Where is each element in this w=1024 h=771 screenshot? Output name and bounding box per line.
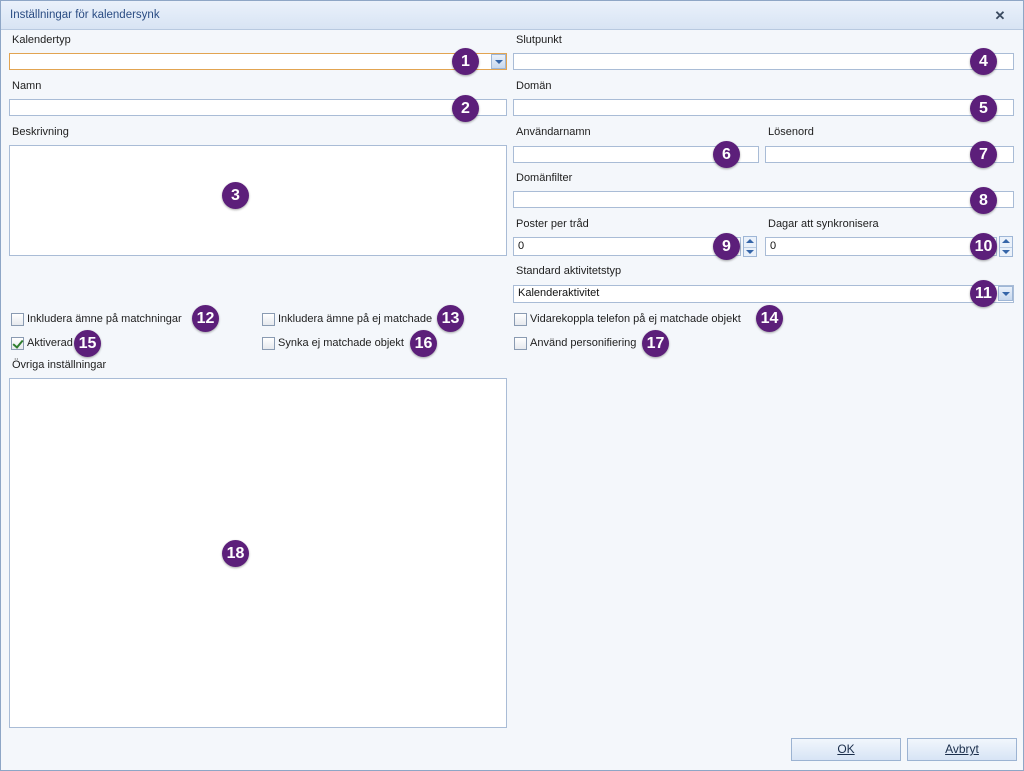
aktiverad-label[interactable]: Aktiverad	[27, 337, 73, 349]
anvandarnamn-label: Användarnamn	[516, 126, 591, 138]
close-icon[interactable]: ✕	[991, 7, 1009, 25]
stepper-down-icon[interactable]	[1000, 247, 1012, 257]
poster-per-trad-input[interactable]: 0	[513, 237, 741, 256]
callout-badge: 11	[970, 280, 997, 307]
callout-badge: 13	[437, 305, 464, 332]
losenord-label: Lösenord	[768, 126, 814, 138]
synka-ej-matchade-label[interactable]: Synka ej matchade objekt	[278, 337, 404, 349]
anvand-personifiering-label[interactable]: Använd personifiering	[530, 337, 636, 349]
kalendertyp-select[interactable]	[9, 53, 507, 70]
doman-input[interactable]	[513, 99, 1014, 116]
kalendertyp-label: Kalendertyp	[12, 34, 71, 46]
callout-badge: 12	[192, 305, 219, 332]
callout-badge: 16	[410, 330, 437, 357]
avbryt-button[interactable]: Avbryt	[907, 738, 1017, 761]
domanfilter-label: Domänfilter	[516, 172, 573, 184]
ovriga-installningar-textarea[interactable]	[9, 378, 507, 728]
anvand-personifiering-checkbox[interactable]	[514, 337, 527, 350]
namn-label: Namn	[12, 80, 42, 92]
slutpunkt-input[interactable]	[513, 53, 1014, 70]
vidarekoppla-telefon-label[interactable]: Vidarekoppla telefon på ej matchade obje…	[530, 313, 741, 325]
inkludera-amne-ej-matchade-label[interactable]: Inkludera ämne på ej matchade	[278, 313, 432, 325]
ovriga-installningar-label: Övriga inställningar	[12, 359, 107, 371]
callout-badge: 10	[970, 233, 997, 260]
dagar-att-synkronisera-label: Dagar att synkronisera	[768, 218, 879, 230]
ok-button[interactable]: OK	[791, 738, 901, 761]
dagar-att-synkronisera-stepper[interactable]	[999, 236, 1013, 257]
beskrivning-textarea[interactable]	[9, 145, 507, 256]
callout-badge: 6	[713, 141, 740, 168]
callout-badge: 17	[642, 330, 669, 357]
title-bar: Inställningar för kalendersynk ✕	[1, 1, 1023, 30]
aktiverad-checkbox[interactable]	[11, 337, 24, 350]
callout-badge: 2	[452, 95, 479, 122]
standard-aktivitetstyp-select[interactable]: Kalenderaktivitet	[513, 285, 1014, 303]
kalendertyp-dropdown-icon[interactable]	[491, 54, 506, 69]
callout-badge: 4	[970, 48, 997, 75]
callout-badge: 8	[970, 187, 997, 214]
inkludera-amne-ej-matchade-checkbox[interactable]	[262, 313, 275, 326]
settings-dialog: Inställningar för kalendersynk ✕ Kalende…	[0, 0, 1024, 771]
standard-aktivitetstyp-label: Standard aktivitetstyp	[516, 265, 622, 277]
callout-badge: 14	[756, 305, 783, 332]
beskrivning-label: Beskrivning	[12, 126, 69, 138]
callout-badge: 18	[222, 540, 249, 567]
synka-ej-matchade-checkbox[interactable]	[262, 337, 275, 350]
callout-badge: 9	[713, 233, 740, 260]
standard-aktivitetstyp-dropdown-icon[interactable]	[998, 286, 1013, 301]
dagar-att-synkronisera-input[interactable]: 0	[765, 237, 997, 256]
vidarekoppla-telefon-checkbox[interactable]	[514, 313, 527, 326]
inkludera-amne-matchningar-label[interactable]: Inkludera ämne på matchningar	[27, 313, 182, 325]
stepper-down-icon[interactable]	[744, 247, 756, 257]
window-title: Inställningar för kalendersynk	[10, 9, 160, 21]
callout-badge: 3	[222, 182, 249, 209]
namn-input[interactable]	[9, 99, 507, 116]
callout-badge: 1	[452, 48, 479, 75]
poster-per-trad-stepper[interactable]	[743, 236, 757, 257]
doman-label: Domän	[516, 80, 552, 92]
callout-badge: 15	[74, 330, 101, 357]
callout-badge: 5	[970, 95, 997, 122]
callout-badge: 7	[970, 141, 997, 168]
poster-per-trad-label: Poster per tråd	[516, 218, 589, 230]
slutpunkt-label: Slutpunkt	[516, 34, 562, 46]
inkludera-amne-matchningar-checkbox[interactable]	[11, 313, 24, 326]
domanfilter-input[interactable]	[513, 191, 1014, 208]
